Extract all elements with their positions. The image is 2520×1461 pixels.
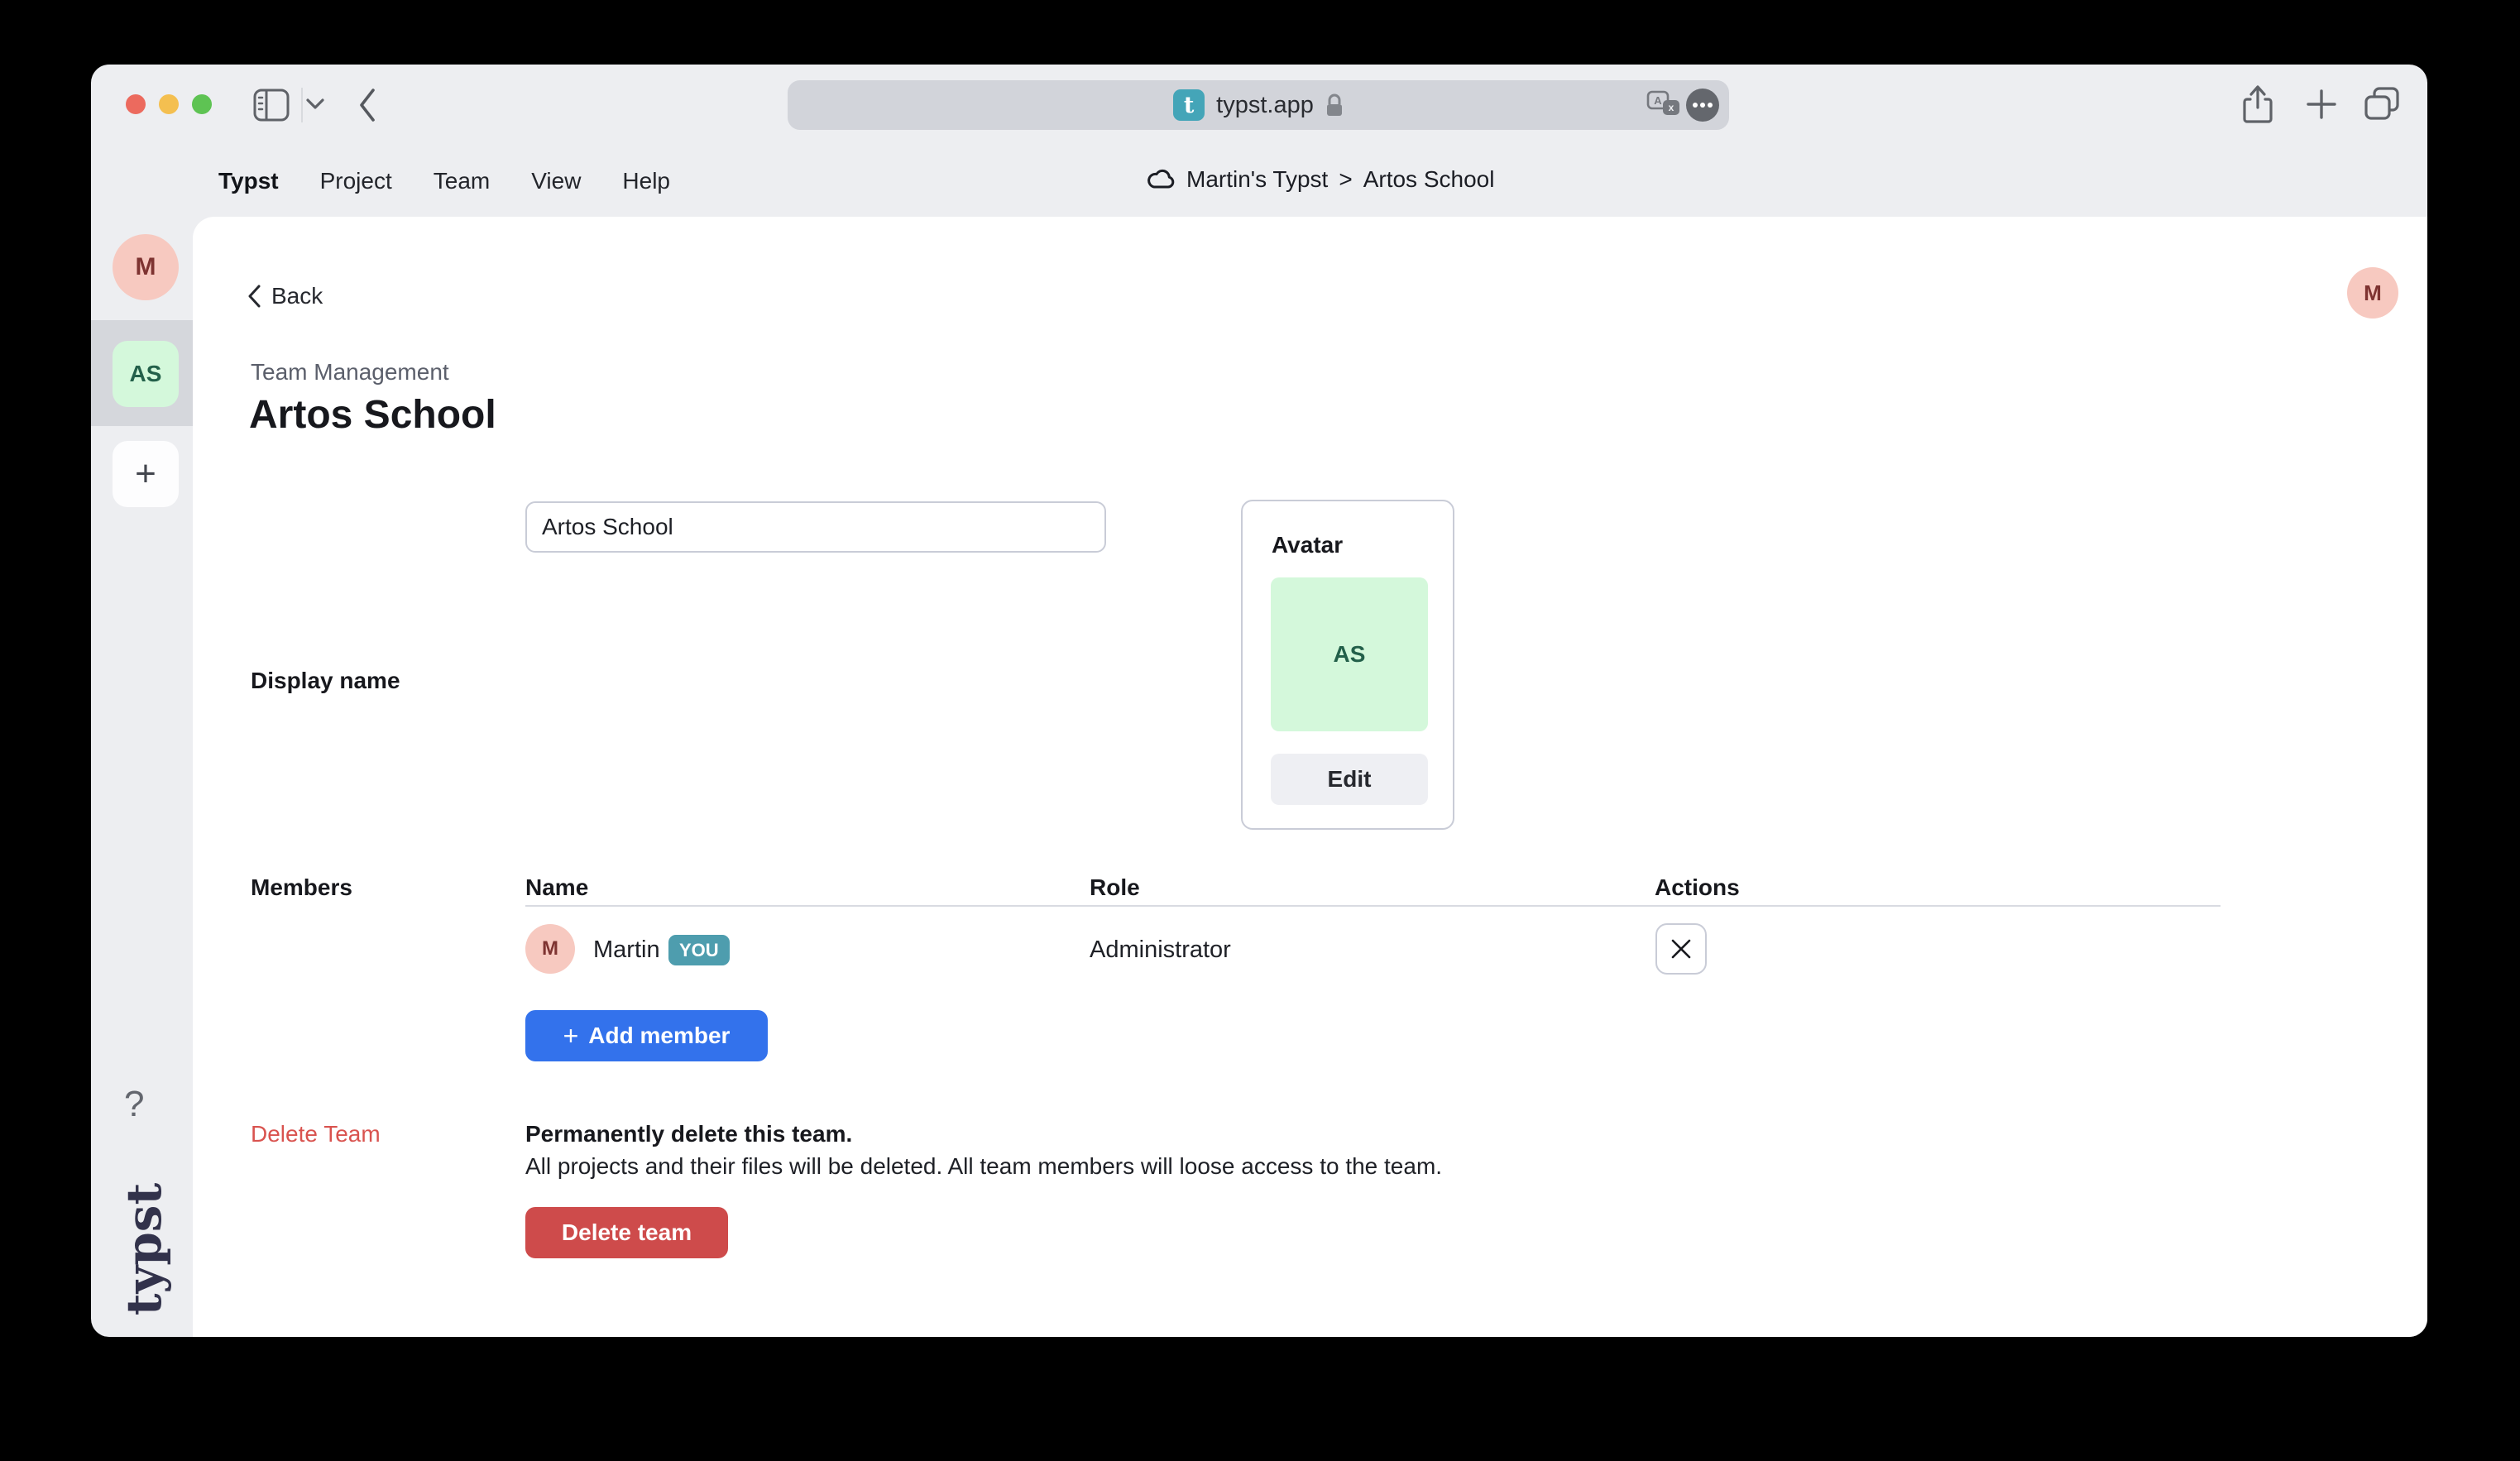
sidebar-toggle-icon[interactable] [253,88,290,122]
column-header-name: Name [525,874,588,901]
back-label: Back [271,283,323,309]
add-member-button[interactable]: + Add member [525,1010,768,1061]
add-member-label: Add member [588,1023,730,1049]
plus-icon: + [563,1023,579,1049]
menu-item-typst[interactable]: Typst [218,168,279,194]
remove-member-button[interactable] [1655,923,1707,975]
user-avatar-initial: M [136,253,156,281]
member-avatar-initial: M [542,937,558,960]
plus-icon: + [135,453,156,495]
browser-window: t typst.app A x [91,65,2427,1337]
chevron-left-icon [247,285,261,308]
column-header-actions: Actions [1655,874,1740,901]
avatar-card-title: Avatar [1272,532,1343,558]
menu-item-help[interactable]: Help [622,168,670,194]
address-bar[interactable]: t typst.app A x [788,80,1729,130]
svg-text:A: A [1654,94,1662,107]
team-management-panel: M Back Team Management Artos School Disp… [193,217,2427,1337]
display-name-input[interactable] [525,501,1106,553]
table-header-divider [525,905,2221,907]
member-name: Martin [593,936,660,964]
avatar-card: Avatar AS Edit [1241,500,1454,830]
breadcrumb-separator: > [1339,166,1352,193]
page-title: Artos School [249,392,496,438]
close-window-button[interactable] [126,94,146,114]
svg-text:x: x [1669,102,1674,113]
delete-warning-body: All projects and their files will be del… [525,1153,1442,1180]
account-avatar[interactable]: M [2347,267,2398,319]
you-badge: YOU [668,935,730,965]
help-button[interactable]: ? [124,1084,144,1125]
favicon-letter: t [1184,93,1194,118]
sidebar-item-user-workspace[interactable]: M [113,234,179,300]
question-mark-icon: ? [124,1084,144,1124]
address-text: typst.app [1216,92,1314,119]
share-icon[interactable] [2239,83,2277,126]
browser-toolbar: t typst.app A x [91,65,2427,147]
app-menubar: Typst Project Team View Help Martin's Ty… [91,147,2427,217]
minimize-window-button[interactable] [159,94,179,114]
lock-icon [1325,93,1344,117]
close-icon [1670,938,1692,960]
menu-item-team[interactable]: Team [434,168,490,194]
menu-item-project[interactable]: Project [320,168,392,194]
back-navigation-icon[interactable] [357,88,377,122]
delete-team-button[interactable]: Delete team [525,1207,728,1258]
delete-warning-title: Permanently delete this team. [525,1121,852,1147]
page-options-icon[interactable] [1686,89,1719,122]
breadcrumb: Martin's Typst > Artos School [1146,166,1494,193]
toolbar-divider [301,88,303,122]
zoom-window-button[interactable] [192,94,212,114]
cloud-icon [1146,168,1176,191]
typst-logo: typst [116,1183,172,1316]
member-avatar: M [525,924,575,974]
account-avatar-initial: M [2364,280,2382,306]
section-eyebrow: Team Management [251,359,449,386]
column-header-role: Role [1090,874,1140,901]
translate-icon[interactable]: A x [1646,89,1681,122]
delete-team-label: Delete Team [251,1121,381,1147]
new-tab-icon[interactable] [2307,89,2336,119]
breadcrumb-current: Artos School [1363,166,1495,193]
members-label: Members [251,874,352,901]
back-link[interactable]: Back [247,283,323,309]
display-name-label: Display name [251,668,400,694]
team-avatar-preview-initials: AS [1334,641,1366,668]
site-favicon: t [1173,89,1205,121]
chevron-down-icon[interactable] [306,98,324,111]
breadcrumb-workspace[interactable]: Martin's Typst [1186,166,1328,193]
team-avatar-initial: AS [130,361,162,387]
edit-avatar-button[interactable]: Edit [1271,754,1428,805]
add-workspace-button[interactable]: + [113,441,179,507]
team-avatar-preview: AS [1271,577,1428,731]
sidebar-item-team-workspace[interactable]: AS [113,341,179,407]
menu-item-view[interactable]: View [531,168,581,194]
member-role: Administrator [1090,936,1231,964]
tab-overview-icon[interactable] [2363,86,2401,122]
